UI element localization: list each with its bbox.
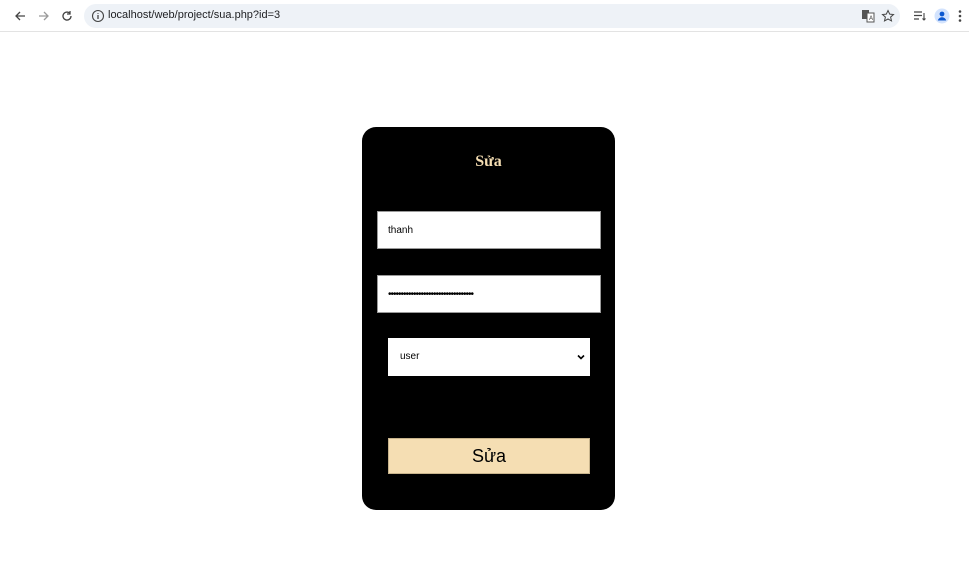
chevron-down-icon [577, 354, 585, 360]
role-select[interactable]: user [388, 338, 590, 376]
profile-icon[interactable] [932, 6, 952, 26]
username-field[interactable] [377, 211, 601, 249]
bookmark-star-icon[interactable] [878, 6, 898, 26]
address-bar[interactable]: localhost/web/project/sua.php?id=3 [84, 4, 900, 28]
browser-toolbar: localhost/web/project/sua.php?id=3 A [0, 0, 969, 32]
menu-icon[interactable] [954, 6, 966, 26]
url-text: localhost/web/project/sua.php?id=3 [108, 9, 281, 21]
role-select-value: user [400, 351, 420, 362]
site-info-icon[interactable] [91, 9, 105, 23]
reading-list-icon[interactable] [910, 6, 930, 26]
back-icon[interactable] [10, 6, 30, 26]
reload-icon[interactable] [57, 6, 77, 26]
password-field[interactable] [377, 275, 601, 313]
translate-icon[interactable]: A [858, 6, 878, 26]
form-title: Sửa [475, 153, 502, 170]
forward-icon[interactable] [34, 6, 54, 26]
submit-button[interactable]: Sửa [388, 438, 590, 474]
